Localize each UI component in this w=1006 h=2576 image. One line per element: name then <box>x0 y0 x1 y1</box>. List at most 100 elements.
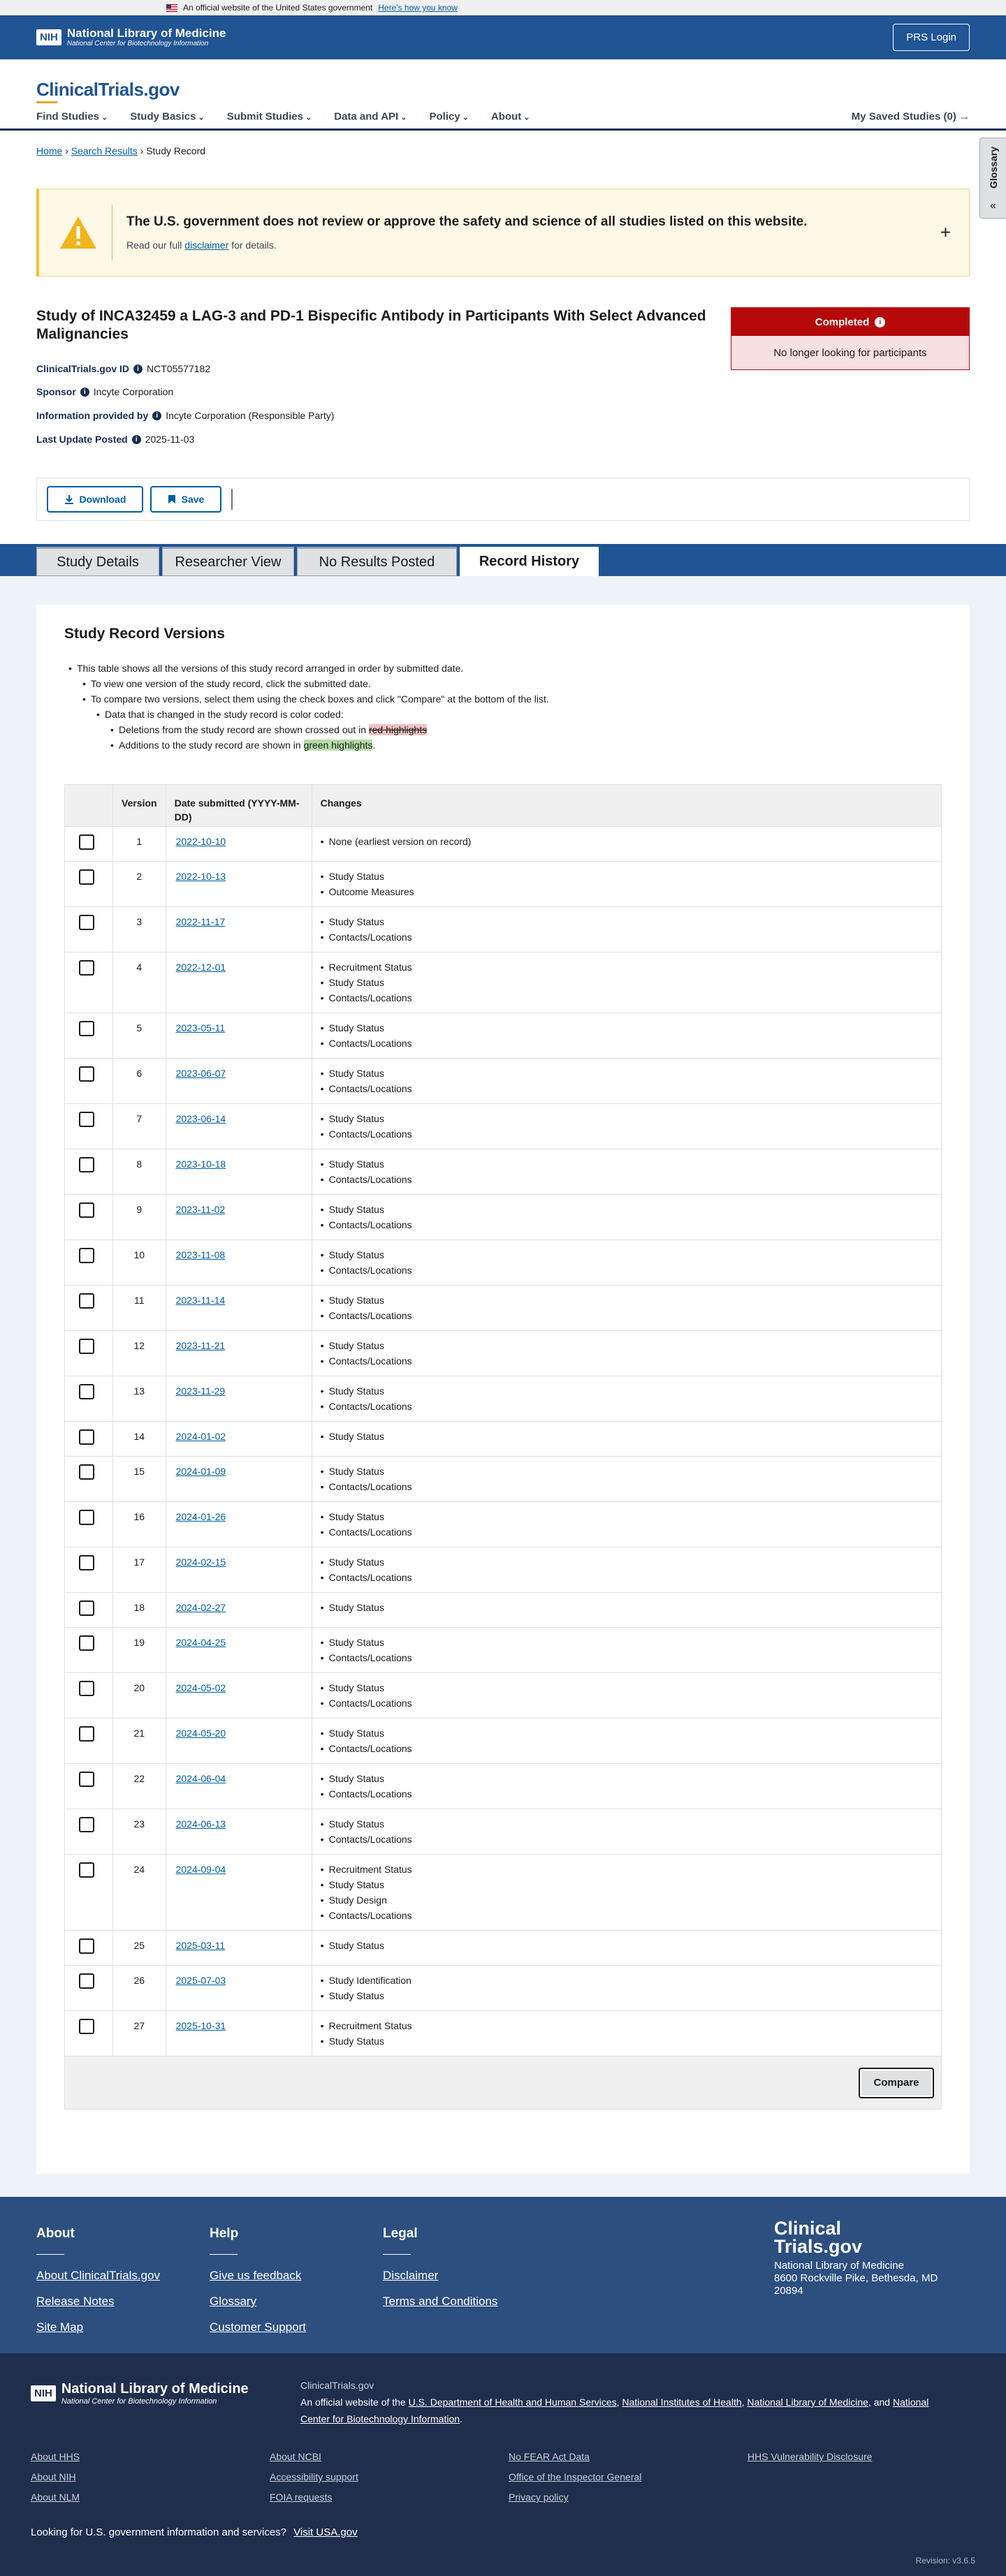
version-date-link[interactable]: 2023-11-21 <box>176 1340 226 1351</box>
nav-data-api[interactable]: Data and API <box>334 111 407 123</box>
how-you-know-link[interactable]: Here's how you know <box>378 3 458 13</box>
version-date-link[interactable]: 2024-01-02 <box>176 1431 226 1442</box>
info-icon[interactable]: i <box>131 434 141 444</box>
nlm-link[interactable]: National Library of Medicine <box>747 2397 868 2408</box>
nlm-footer-link[interactable]: Office of the Inspector General <box>509 2471 641 2482</box>
footer-link[interactable]: Give us feedback <box>210 2269 306 2283</box>
nav-policy[interactable]: Policy <box>430 111 469 123</box>
breadcrumb-search-results[interactable]: Search Results <box>71 145 138 156</box>
version-checkbox[interactable] <box>79 1772 94 1787</box>
version-date-link[interactable]: 2024-06-13 <box>176 1818 226 1830</box>
version-date-link[interactable]: 2023-10-18 <box>176 1158 226 1170</box>
version-checkbox[interactable] <box>79 1339 94 1354</box>
version-date-link[interactable]: 2024-06-04 <box>176 1773 226 1784</box>
version-date-link[interactable]: 2025-03-11 <box>176 1940 226 1951</box>
version-checkbox[interactable] <box>79 1817 94 1832</box>
version-date-link[interactable]: 2022-11-17 <box>176 916 226 927</box>
tab-researcher-view[interactable]: Researcher View <box>162 547 294 576</box>
save-button[interactable]: Save <box>150 486 221 513</box>
version-checkbox[interactable] <box>79 1635 94 1651</box>
footer-link[interactable]: Customer Support <box>210 2320 306 2334</box>
footer-link[interactable]: Site Map <box>36 2320 160 2334</box>
version-checkbox[interactable] <box>79 960 94 976</box>
version-date-link[interactable]: 2022-10-13 <box>176 871 226 882</box>
glossary-tab[interactable]: Glossary « <box>979 138 1006 219</box>
version-date-link[interactable]: 2024-01-09 <box>176 1466 226 1477</box>
version-date-link[interactable]: 2024-01-26 <box>176 1511 226 1522</box>
version-checkbox[interactable] <box>79 1681 94 1696</box>
version-checkbox[interactable] <box>79 1862 94 1878</box>
tab-no-results-posted[interactable]: No Results Posted <box>297 547 457 576</box>
version-date-link[interactable]: 2024-02-27 <box>176 1602 226 1613</box>
version-date-link[interactable]: 2024-05-02 <box>176 1682 226 1693</box>
nlm-footer-link[interactable]: FOIA requests <box>270 2492 358 2503</box>
version-checkbox[interactable] <box>79 1429 94 1445</box>
nlm-footer-link[interactable]: Privacy policy <box>509 2492 641 2503</box>
version-date-link[interactable]: 2023-11-14 <box>176 1295 226 1306</box>
version-checkbox[interactable] <box>79 1293 94 1309</box>
nlm-logo[interactable]: NIH National Library of Medicine Nationa… <box>36 27 226 48</box>
version-date-link[interactable]: 2023-06-07 <box>176 1068 226 1079</box>
tab-record-history[interactable]: Record History <box>460 544 599 576</box>
nlm-footer-logo[interactable]: NIH National Library of Medicine Nationa… <box>31 2381 249 2406</box>
nlm-footer-link[interactable]: Accessibility support <box>270 2471 358 2482</box>
version-checkbox[interactable] <box>79 1248 94 1263</box>
footer-link[interactable]: Terms and Conditions <box>383 2295 497 2309</box>
info-icon[interactable]: i <box>133 364 143 374</box>
info-icon[interactable]: i <box>875 316 886 327</box>
footer-link[interactable]: Glossary <box>210 2295 306 2309</box>
compare-button[interactable]: Compare <box>859 2067 934 2098</box>
version-checkbox[interactable] <box>79 1973 94 1989</box>
version-checkbox[interactable] <box>79 1555 94 1570</box>
version-checkbox[interactable] <box>79 1202 94 1218</box>
version-checkbox[interactable] <box>79 1510 94 1525</box>
info-icon[interactable]: i <box>152 411 162 420</box>
nlm-footer-link[interactable]: HHS Vulnerability Disclosure <box>748 2451 872 2462</box>
version-checkbox[interactable] <box>79 1021 94 1036</box>
usa-gov-link[interactable]: Visit USA.gov <box>293 2526 357 2538</box>
expand-plus-icon[interactable]: + <box>940 222 951 244</box>
footer-link[interactable]: About ClinicalTrials.gov <box>36 2269 160 2283</box>
version-date-link[interactable]: 2022-12-01 <box>176 962 226 973</box>
version-date-link[interactable]: 2023-11-08 <box>176 1249 226 1260</box>
version-checkbox[interactable] <box>79 915 94 930</box>
nlm-footer-link[interactable]: About NIH <box>31 2471 80 2482</box>
version-date-link[interactable]: 2023-11-29 <box>176 1385 226 1397</box>
hhs-link[interactable]: U.S. Department of Health and Human Serv… <box>409 2397 617 2408</box>
version-date-link[interactable]: 2024-04-25 <box>176 1637 226 1648</box>
nav-find-studies[interactable]: Find Studies <box>36 111 108 123</box>
version-checkbox[interactable] <box>79 1938 94 1954</box>
version-date-link[interactable]: 2024-02-15 <box>176 1556 226 1568</box>
info-icon[interactable]: i <box>80 387 89 397</box>
site-logo[interactable]: ClinicalTrials.gov <box>36 79 180 103</box>
version-date-link[interactable]: 2024-05-20 <box>176 1728 226 1739</box>
version-checkbox[interactable] <box>79 1066 94 1082</box>
version-checkbox[interactable] <box>79 1464 94 1480</box>
nav-submit-studies[interactable]: Submit Studies <box>227 111 312 123</box>
version-checkbox[interactable] <box>79 2019 94 2034</box>
version-date-link[interactable]: 2024-09-04 <box>176 1864 226 1875</box>
version-checkbox[interactable] <box>79 834 94 850</box>
version-date-link[interactable]: 2023-05-11 <box>176 1022 226 1033</box>
version-checkbox[interactable] <box>79 1157 94 1172</box>
nlm-footer-link[interactable]: About NLM <box>31 2492 80 2503</box>
version-date-link[interactable]: 2022-10-10 <box>176 836 226 847</box>
version-checkbox[interactable] <box>79 1600 94 1616</box>
disclaimer-link[interactable]: disclaimer <box>184 240 228 251</box>
nlm-footer-link[interactable]: No FEAR Act Data <box>509 2451 641 2462</box>
nav-study-basics[interactable]: Study Basics <box>130 111 205 123</box>
version-checkbox[interactable] <box>79 869 94 885</box>
nih-link[interactable]: National Institutes of Health <box>622 2397 741 2408</box>
version-checkbox[interactable] <box>79 1384 94 1399</box>
version-checkbox[interactable] <box>79 1726 94 1742</box>
saved-studies-link[interactable]: My Saved Studies (0) → <box>852 111 970 123</box>
nav-about[interactable]: About <box>491 111 530 123</box>
footer-link[interactable]: Release Notes <box>36 2295 160 2309</box>
breadcrumb-home[interactable]: Home <box>36 145 62 156</box>
version-date-link[interactable]: 2023-11-02 <box>176 1204 226 1215</box>
download-button[interactable]: Download <box>47 486 143 513</box>
nlm-footer-link[interactable]: About HHS <box>31 2451 80 2462</box>
tab-study-details[interactable]: Study Details <box>36 547 159 576</box>
footer-link[interactable]: Disclaimer <box>383 2269 497 2283</box>
nlm-footer-link[interactable]: About NCBI <box>270 2451 358 2462</box>
